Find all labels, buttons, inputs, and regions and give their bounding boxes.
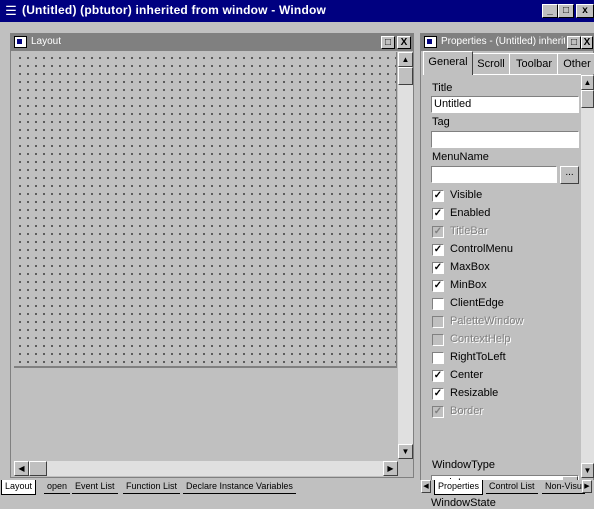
scroll-down-arrow-icon[interactable]: ▼ bbox=[398, 444, 413, 459]
windowstate-label: WindowState bbox=[431, 497, 496, 509]
design-canvas[interactable] bbox=[14, 52, 397, 368]
tab-scroll[interactable]: Scroll bbox=[471, 53, 511, 74]
checkbox-label-clientedge: ClientEdge bbox=[450, 297, 504, 309]
properties-panel: Properties - (Untitled) inherited □ X Ge… bbox=[420, 33, 594, 509]
system-menu-icon[interactable]: ☰ bbox=[4, 4, 18, 18]
layout-horizontal-scrollbar[interactable]: ◀ ▶ bbox=[14, 461, 398, 476]
properties-restore-button[interactable]: □ bbox=[567, 36, 581, 49]
scroll-up-arrow-icon[interactable]: ▲ bbox=[398, 52, 413, 67]
checkbox-visible[interactable]: ✓ bbox=[432, 190, 444, 202]
properties-general-page: Title Untitled Tag MenuName ... ✓ Visible… bbox=[423, 74, 581, 478]
tab-other[interactable]: Other bbox=[557, 53, 594, 74]
checkbox-center[interactable]: ✓ bbox=[432, 370, 444, 382]
checkbox-label-controlmenu: ControlMenu bbox=[450, 243, 513, 255]
window-title: (Untitled) (pbtutor) inherited from wind… bbox=[22, 3, 327, 17]
tab-toolbar[interactable]: Toolbar bbox=[509, 53, 559, 74]
checkbox-label-maxbox: MaxBox bbox=[450, 261, 490, 273]
layout-vertical-scrollbar[interactable]: ▲ ▼ bbox=[398, 52, 413, 459]
checkbox-label-minbox: MinBox bbox=[450, 279, 487, 291]
tab-non-visual[interactable]: Non-Visu bbox=[542, 480, 585, 494]
restore-button[interactable]: □ bbox=[558, 4, 574, 18]
layout-close-button[interactable]: X bbox=[397, 36, 411, 49]
properties-panel-caption[interactable]: Properties - (Untitled) inherited □ X bbox=[421, 34, 593, 51]
properties-close-button[interactable]: X bbox=[581, 36, 593, 49]
properties-tab-strip: General Scroll Toolbar Other bbox=[421, 51, 594, 75]
checkbox-resizable[interactable]: ✓ bbox=[432, 388, 444, 400]
workspace-top-margin bbox=[0, 22, 594, 33]
checkbox-label-titlebar: TitleBar bbox=[450, 225, 488, 237]
layout-panel-title: Layout bbox=[31, 36, 62, 47]
checkbox-label-resizable: Resizable bbox=[450, 387, 499, 399]
checkbox-titlebar: ✓ bbox=[432, 226, 444, 238]
properties-panel-title: Properties - (Untitled) inherited bbox=[441, 36, 565, 47]
windowtype-label: WindowType bbox=[432, 459, 495, 471]
checkbox-label-visible: Visible bbox=[450, 189, 483, 201]
tag-label: Tag bbox=[432, 116, 450, 128]
checkbox-label-righttoleft: RightToLeft bbox=[450, 351, 506, 363]
close-button[interactable]: x bbox=[576, 4, 594, 18]
checkbox-righttoleft[interactable] bbox=[432, 352, 444, 364]
layout-panel: Layout □ X ▲ ▼ ◀ ▶ bbox=[10, 33, 414, 478]
title-field[interactable]: Untitled bbox=[431, 96, 579, 113]
menuname-browse-button[interactable]: ... bbox=[560, 166, 579, 184]
tab-event-list[interactable]: Event List bbox=[72, 480, 118, 494]
tabs-scroll-right-icon[interactable]: ▶ bbox=[582, 480, 592, 493]
window-title-bar[interactable]: ☰ (Untitled) (pbtutor) inherited from wi… bbox=[0, 0, 594, 22]
tabs-scroll-left-icon[interactable]: ◀ bbox=[421, 480, 431, 493]
layout-tab-strip: Layout open Event List Function List Dec… bbox=[0, 480, 420, 495]
checkbox-minbox[interactable]: ✓ bbox=[432, 280, 444, 292]
checkbox-label-border: Border bbox=[450, 405, 484, 417]
checkbox-controlmenu[interactable]: ✓ bbox=[432, 244, 444, 256]
properties-scroll-thumb[interactable] bbox=[581, 90, 594, 108]
tab-open[interactable]: open bbox=[44, 480, 71, 494]
checkbox-label-center: Center bbox=[450, 369, 484, 381]
vertical-scroll-thumb[interactable] bbox=[398, 67, 413, 85]
checkbox-maxbox[interactable]: ✓ bbox=[432, 262, 444, 274]
tag-field[interactable] bbox=[431, 131, 579, 148]
menuname-label: MenuName bbox=[432, 151, 489, 163]
properties-bottom-tab-strip: ◀ Properties Control List Non-Visu ▶ bbox=[420, 480, 594, 495]
scroll-right-arrow-icon[interactable]: ▶ bbox=[383, 461, 398, 476]
checkbox-contexthelp bbox=[432, 334, 444, 346]
menuname-field[interactable] bbox=[431, 166, 557, 183]
checkbox-label-contexthelp: ContextHelp bbox=[450, 333, 511, 345]
checkbox-enabled[interactable]: ✓ bbox=[432, 208, 444, 220]
canvas-workspace bbox=[14, 370, 397, 458]
properties-scroll-up-icon[interactable]: ▲ bbox=[581, 75, 594, 90]
layout-panel-icon bbox=[14, 36, 27, 48]
tab-control-list[interactable]: Control List bbox=[486, 480, 538, 494]
properties-vertical-scrollbar[interactable]: ▲ ▼ bbox=[581, 75, 594, 478]
properties-scroll-down-icon[interactable]: ▼ bbox=[581, 463, 594, 478]
title-label: Title bbox=[432, 82, 453, 94]
checkbox-label-enabled: Enabled bbox=[450, 207, 491, 219]
tab-layout[interactable]: Layout bbox=[1, 480, 37, 495]
tab-general[interactable]: General bbox=[423, 51, 473, 75]
checkbox-border: ✓ bbox=[432, 406, 444, 418]
checkbox-palettewindow bbox=[432, 316, 444, 328]
layout-restore-button[interactable]: □ bbox=[381, 36, 395, 49]
tab-properties[interactable]: Properties bbox=[434, 480, 484, 495]
properties-panel-icon bbox=[424, 36, 437, 48]
horizontal-scroll-thumb[interactable] bbox=[29, 461, 47, 476]
minimize-button[interactable]: _ bbox=[542, 4, 558, 18]
layout-panel-caption[interactable]: Layout □ X bbox=[11, 34, 413, 51]
tab-function-list[interactable]: Function List bbox=[123, 480, 181, 494]
checkbox-label-palettewindow: PaletteWindow bbox=[450, 315, 524, 327]
tab-declare-instance-variables[interactable]: Declare Instance Variables bbox=[183, 480, 296, 494]
checkbox-clientedge[interactable] bbox=[432, 298, 444, 310]
scroll-left-arrow-icon[interactable]: ◀ bbox=[14, 461, 29, 476]
